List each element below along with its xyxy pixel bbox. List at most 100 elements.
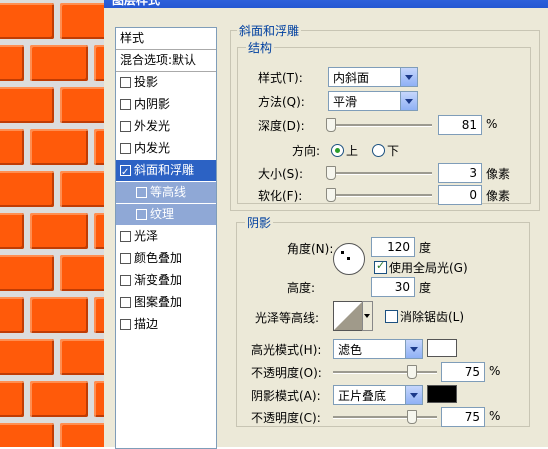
stroke-checkbox[interactable] [120, 319, 131, 330]
outer-glow-checkbox[interactable] [120, 121, 131, 132]
soften-slider-thumb[interactable] [326, 188, 336, 202]
brick [0, 87, 54, 123]
blend-options-item[interactable]: 混合选项:默认 [116, 50, 216, 72]
contour-picker-button[interactable] [362, 301, 373, 331]
chevron-down-icon [405, 340, 422, 358]
technique-dropdown[interactable]: 平滑 [328, 91, 418, 111]
brick [30, 45, 88, 81]
highlight-opacity-slider-thumb[interactable] [407, 365, 417, 379]
depth-unit: % [486, 117, 498, 131]
satin-checkbox[interactable] [120, 231, 131, 242]
drop-shadow-checkbox[interactable] [120, 77, 131, 88]
brick [94, 129, 104, 165]
shadow-color-swatch[interactable] [427, 385, 457, 403]
shadow-opacity-slider[interactable] [333, 410, 437, 424]
color-overlay-checkbox[interactable] [120, 253, 131, 264]
brick [60, 3, 104, 39]
style-item-inner-glow[interactable]: 内发光 [116, 138, 216, 159]
angle-unit: 度 [419, 241, 432, 255]
size-input[interactable]: 3 [438, 163, 482, 183]
shading-title: 阴影 [245, 214, 274, 231]
bevel-emboss-checkbox[interactable] [120, 162, 131, 183]
brick [60, 255, 104, 291]
soften-label: 软化(F): [258, 189, 303, 203]
highlight-opacity-slider[interactable] [333, 365, 437, 379]
brick [30, 129, 88, 165]
size-slider-thumb[interactable] [326, 166, 336, 180]
shadow-opacity-slider-thumb[interactable] [407, 410, 417, 424]
brick-wall-background [0, 0, 104, 447]
highlight-opacity-unit: % [489, 364, 501, 378]
style-item-drop-shadow[interactable]: 投影 [116, 72, 216, 93]
size-slider[interactable] [326, 166, 432, 180]
brick [94, 381, 104, 417]
brick [60, 171, 104, 207]
contour-curve-icon [334, 302, 362, 330]
layer-style-dialog: 图层样式 样式 混合选项:默认 投影 内阴影 外发光 内发光 斜面和浮雕 [104, 0, 548, 449]
depth-slider-thumb[interactable] [326, 118, 336, 132]
style-item-stroke[interactable]: 描边 [116, 314, 216, 335]
angle-input[interactable]: 120 [371, 237, 415, 257]
direction-down-label: 下 [387, 144, 400, 158]
altitude-unit: 度 [419, 281, 432, 295]
style-item-contour[interactable]: 等高线 [116, 182, 216, 203]
angle-dial[interactable] [333, 243, 365, 275]
chevron-down-icon [364, 314, 370, 318]
use-global-light-label: 使用全局光(G) [389, 261, 468, 275]
style-item-satin[interactable]: 光泽 [116, 226, 216, 247]
brick [0, 171, 54, 207]
shadow-mode-label: 阴影模式(A): [251, 389, 321, 403]
technique-label: 方法(Q): [258, 95, 305, 109]
brick [0, 3, 54, 39]
depth-label: 深度(D): [258, 119, 305, 133]
style-item-gradient-overlay[interactable]: 渐变叠加 [116, 270, 216, 291]
chevron-down-icon [405, 386, 422, 404]
brick [0, 129, 24, 165]
style-item-outer-glow[interactable]: 外发光 [116, 116, 216, 137]
style-dropdown[interactable]: 内斜面 [328, 67, 418, 87]
brick [94, 297, 104, 333]
gradient-overlay-checkbox[interactable] [120, 275, 131, 286]
brick [0, 339, 54, 375]
soften-slider[interactable] [326, 188, 432, 202]
shadow-opacity-label: 不透明度(C): [251, 411, 321, 425]
depth-slider[interactable] [326, 118, 432, 132]
pattern-overlay-checkbox[interactable] [120, 297, 131, 308]
style-item-color-overlay[interactable]: 颜色叠加 [116, 248, 216, 269]
use-global-light-checkbox[interactable] [374, 259, 387, 274]
soften-input[interactable]: 0 [438, 185, 482, 205]
highlight-mode-label: 高光模式(H): [251, 343, 322, 357]
style-item-bevel-emboss[interactable]: 斜面和浮雕 [116, 160, 216, 183]
structure-title: 结构 [246, 39, 275, 56]
style-list-header[interactable]: 样式 [116, 28, 216, 50]
anti-aliased-checkbox[interactable] [385, 310, 398, 323]
shadow-opacity-input[interactable]: 75 [441, 407, 485, 427]
inner-shadow-checkbox[interactable] [120, 99, 131, 110]
style-item-texture[interactable]: 纹理 [116, 204, 216, 225]
inner-glow-checkbox[interactable] [120, 143, 131, 154]
contour-checkbox[interactable] [136, 187, 147, 198]
direction-up-radio[interactable] [331, 144, 344, 157]
structure-group: 结构 样式(T): 内斜面 方法(Q): 平滑 深度(D): 81 % 方向: … [237, 39, 531, 205]
brick [94, 45, 104, 81]
gloss-contour-preview[interactable] [333, 301, 363, 331]
highlight-color-swatch[interactable] [427, 339, 457, 357]
dialog-titlebar: 图层样式 [104, 0, 548, 8]
style-item-pattern-overlay[interactable]: 图案叠加 [116, 292, 216, 313]
shading-group: 阴影 角度(N): 120 度 使用全局光(G) 高度: 30 度 光泽等高线:… [236, 214, 530, 427]
size-label: 大小(S): [258, 167, 304, 181]
dial-center-icon [347, 257, 350, 260]
highlight-mode-dropdown[interactable]: 滤色 [333, 339, 423, 359]
style-label: 样式(T): [258, 71, 303, 85]
brick [30, 297, 88, 333]
direction-down-radio[interactable] [372, 144, 385, 157]
texture-checkbox[interactable] [136, 209, 147, 220]
highlight-opacity-input[interactable]: 75 [441, 362, 485, 382]
altitude-input[interactable]: 30 [371, 277, 415, 297]
brick [0, 255, 54, 291]
shadow-mode-dropdown[interactable]: 正片叠底 [333, 385, 423, 405]
chevron-down-icon [400, 92, 417, 110]
brick [0, 213, 24, 249]
style-item-inner-shadow[interactable]: 内阴影 [116, 94, 216, 115]
depth-input[interactable]: 81 [438, 115, 482, 135]
